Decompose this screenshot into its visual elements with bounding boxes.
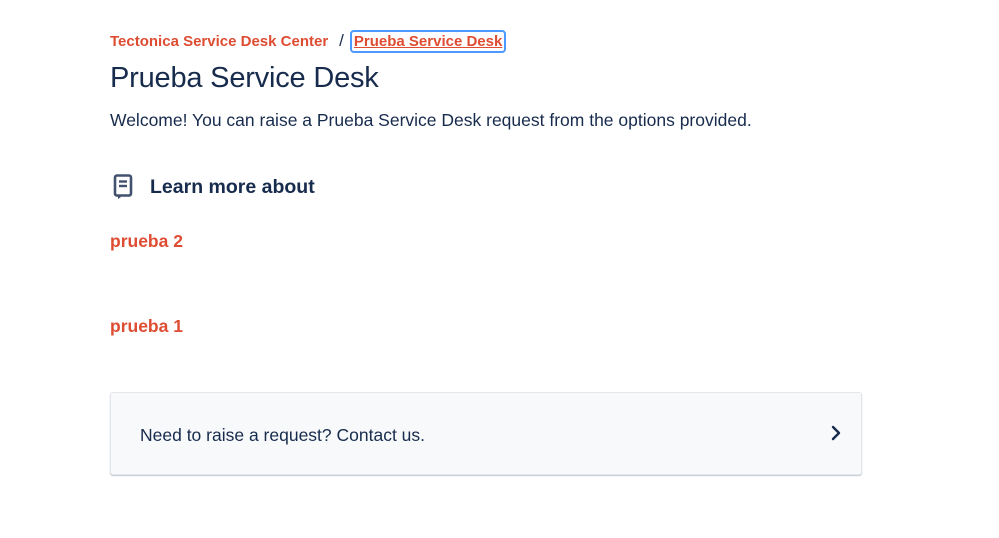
book-icon [113, 174, 133, 199]
breadcrumb: Tectonica Service Desk Center / Prueba S… [110, 29, 507, 53]
welcome-message: Welcome! You can raise a Prueba Service … [110, 110, 752, 130]
contact-us-text: Need to raise a request? Contact us. [140, 425, 426, 445]
article-link-prueba-2[interactable]: prueba 2 [110, 231, 183, 252]
contact-us-card[interactable]: Need to raise a request? Contact us. [110, 392, 862, 475]
learn-more-header: Learn more about [113, 174, 315, 200]
article-link-prueba-1[interactable]: prueba 1 [110, 316, 183, 337]
breadcrumb-separator: / [339, 31, 344, 50]
learn-more-title: Learn more about [150, 175, 315, 198]
breadcrumb-current-link[interactable]: Prueba Service Desk [349, 29, 507, 53]
page-title: Prueba Service Desk [110, 62, 379, 94]
chevron-right-icon [831, 425, 841, 441]
portal-page: Tectonica Service Desk Center / Prueba S… [0, 0, 999, 538]
breadcrumb-help-center-link[interactable]: Tectonica Service Desk Center [110, 33, 328, 50]
